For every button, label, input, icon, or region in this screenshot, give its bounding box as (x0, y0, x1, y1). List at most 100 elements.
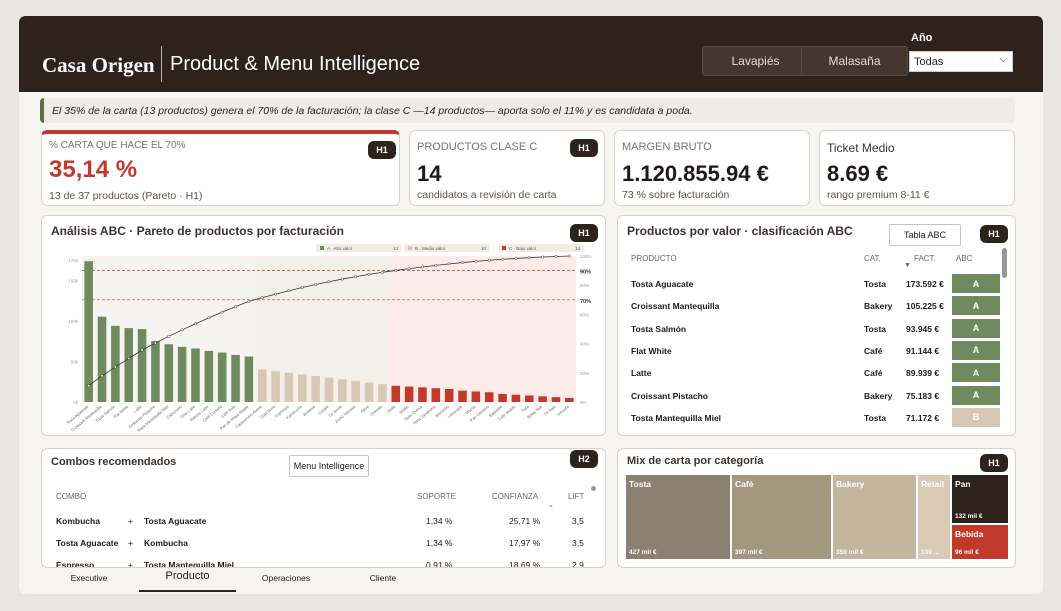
x-tick-label: Taza (520, 403, 530, 413)
pareto-bar (244, 356, 254, 402)
table-scrollbar[interactable] (591, 486, 596, 491)
cumulative-point (167, 334, 171, 338)
cumulative-point (340, 277, 344, 281)
col-header-cat[interactable]: CAT. (864, 254, 881, 263)
cumulative-point (287, 289, 291, 293)
hypothesis-badge: H1 (980, 454, 1008, 472)
treemap-tile-pan[interactable]: Pan 132 mil € (952, 475, 1008, 523)
kpi-card-carta-70: % CARTA QUE HACE EL 70% 35,14 % 13 de 37… (41, 130, 400, 206)
kpi-label: Ticket Medio (827, 141, 895, 155)
pareto-chart: 90% 70% 175k 150k 100k 50k 0k 100% 80% 60% 40% 20% 0… (65, 244, 592, 433)
product-revenue: 173.592 € (906, 279, 944, 289)
cumulative-point (180, 328, 184, 332)
y-tick-label: 50k (71, 359, 79, 364)
tab-executive[interactable]: Executive (51, 573, 127, 583)
pareto-bar (351, 380, 360, 402)
pareto-bar (137, 329, 147, 402)
treemap-tile-café[interactable]: Café 397 mil € (732, 475, 831, 559)
pareto-bar (404, 386, 414, 402)
treemap-tile-retail[interactable]: Retail 139 ... (918, 475, 950, 559)
product-revenue: 105.225 € (906, 301, 944, 312)
chevron-down-icon: ⌵ (999, 54, 1007, 65)
combo-plus: + (128, 560, 133, 568)
menu-intelligence-button[interactable]: Menu Intelligence (289, 455, 369, 477)
cumulative-point (407, 267, 411, 271)
product-category: Bakery (864, 390, 893, 401)
product-name: Croissant Pistacho (631, 390, 708, 401)
products-table-card: Productos por valor · clasificación ABC … (617, 215, 1016, 436)
product-revenue: 75.183 € (906, 390, 940, 401)
kpi-value: 14 (417, 161, 442, 186)
product-name: Tosta Aguacate (631, 279, 694, 289)
treemap-tile-value: 139 ... (921, 549, 940, 556)
col-header-lift[interactable]: LIFT (568, 492, 584, 501)
cumulative-point (247, 299, 251, 303)
combo-item-a: Espresso (56, 560, 95, 568)
product-revenue: 71.172 € (906, 412, 940, 423)
combo-item-b: Kombucha (144, 538, 188, 548)
tab-producto[interactable]: Producto (139, 570, 236, 592)
x-tick-label: Latte (133, 403, 144, 413)
cumulative-point (87, 384, 91, 388)
treemap-tile-bebida[interactable]: Bebida 96 mil € (952, 525, 1008, 559)
x-tick-label: Brownie (302, 403, 317, 417)
treemap-tile-bakery[interactable]: Bakery 350 mil € (833, 475, 916, 559)
col-header-combo[interactable]: COMBO (56, 492, 86, 501)
year-filter-label: Año (911, 32, 933, 44)
cumulative-point (554, 255, 558, 258)
x-tick-label: Infusión (556, 404, 570, 417)
col-header-producto[interactable]: PRODUCTO (631, 254, 677, 263)
combo-plus: + (128, 516, 133, 526)
pareto-bar (364, 382, 374, 402)
cumulative-point (113, 365, 117, 369)
cumulative-point (274, 292, 278, 296)
col-header-fact[interactable]: FACT. (914, 254, 936, 263)
pareto-bar (111, 325, 120, 402)
legend-count: 14 (575, 246, 581, 251)
product-name: Tosta Salmón (631, 323, 687, 334)
kpi-sub: candidatos a revisión de carta (417, 189, 557, 201)
legend-count: 13 (393, 246, 399, 251)
store-button-lavapies[interactable]: Lavapiés (702, 46, 809, 76)
cumulative-point (380, 270, 384, 274)
cumulative-point (474, 259, 478, 263)
kpi-value: 35,14 % (49, 156, 138, 183)
table-scrollbar[interactable] (1002, 248, 1007, 278)
col-header-abc[interactable]: ABC (956, 254, 972, 263)
product-name: Croissant Mantequilla (631, 301, 720, 312)
product-revenue: 91.144 € (906, 345, 940, 356)
col-header-confianza[interactable]: CONFIANZA (492, 492, 538, 501)
store-button-malasana[interactable]: Malasaña (801, 46, 908, 76)
cumulative-point (140, 348, 144, 352)
panel-title: Combos recomendados (51, 456, 177, 468)
x-tick-label: Bolsa Tela (526, 403, 544, 419)
abc-class-cell: A (952, 274, 1000, 293)
abc-class-cell: A (952, 363, 1000, 383)
tab-cliente[interactable]: Cliente (345, 573, 421, 583)
combo-soporte: 0,91 % (426, 560, 453, 568)
year-dropdown[interactable]: Todas ⌵ (909, 51, 1013, 72)
tab-operaciones[interactable]: Operaciones (248, 573, 324, 583)
kpi-sub: rango premium 8-11 € (827, 189, 930, 201)
treemap-tile-value: 96 mil € (955, 549, 979, 556)
product-name: Flat White (631, 345, 672, 356)
treemap-tile-value: 350 mil € (836, 549, 864, 556)
product-category: Bakery (864, 301, 893, 312)
cumulative-point (447, 262, 451, 266)
kpi-card-margen-bruto: MARGEN BRUTO 1.120.855.94 € 73 % sobre f… (614, 130, 810, 206)
pareto-bar (391, 385, 401, 402)
treemap-tile-label: Café (735, 479, 754, 489)
legend-count: 10 (481, 246, 487, 251)
cumulative-point (527, 256, 531, 260)
col-header-soporte[interactable]: SOPORTE (417, 492, 456, 501)
pareto-bar (164, 344, 174, 402)
tabla-abc-button[interactable]: Tabla ABC (889, 224, 961, 246)
mix-card: Mix de carta por categoría H1 Tosta 427 m… (617, 448, 1016, 568)
sort-desc-icon[interactable]: ▼ (904, 262, 911, 269)
pareto-bar (511, 394, 521, 402)
cumulative-point (421, 265, 424, 269)
cumulative-point (434, 263, 438, 267)
pareto-bar (191, 348, 200, 402)
sort-desc-icon[interactable]: ⌄ (548, 501, 554, 509)
treemap-tile-tosta[interactable]: Tosta 427 mil € (626, 475, 730, 559)
